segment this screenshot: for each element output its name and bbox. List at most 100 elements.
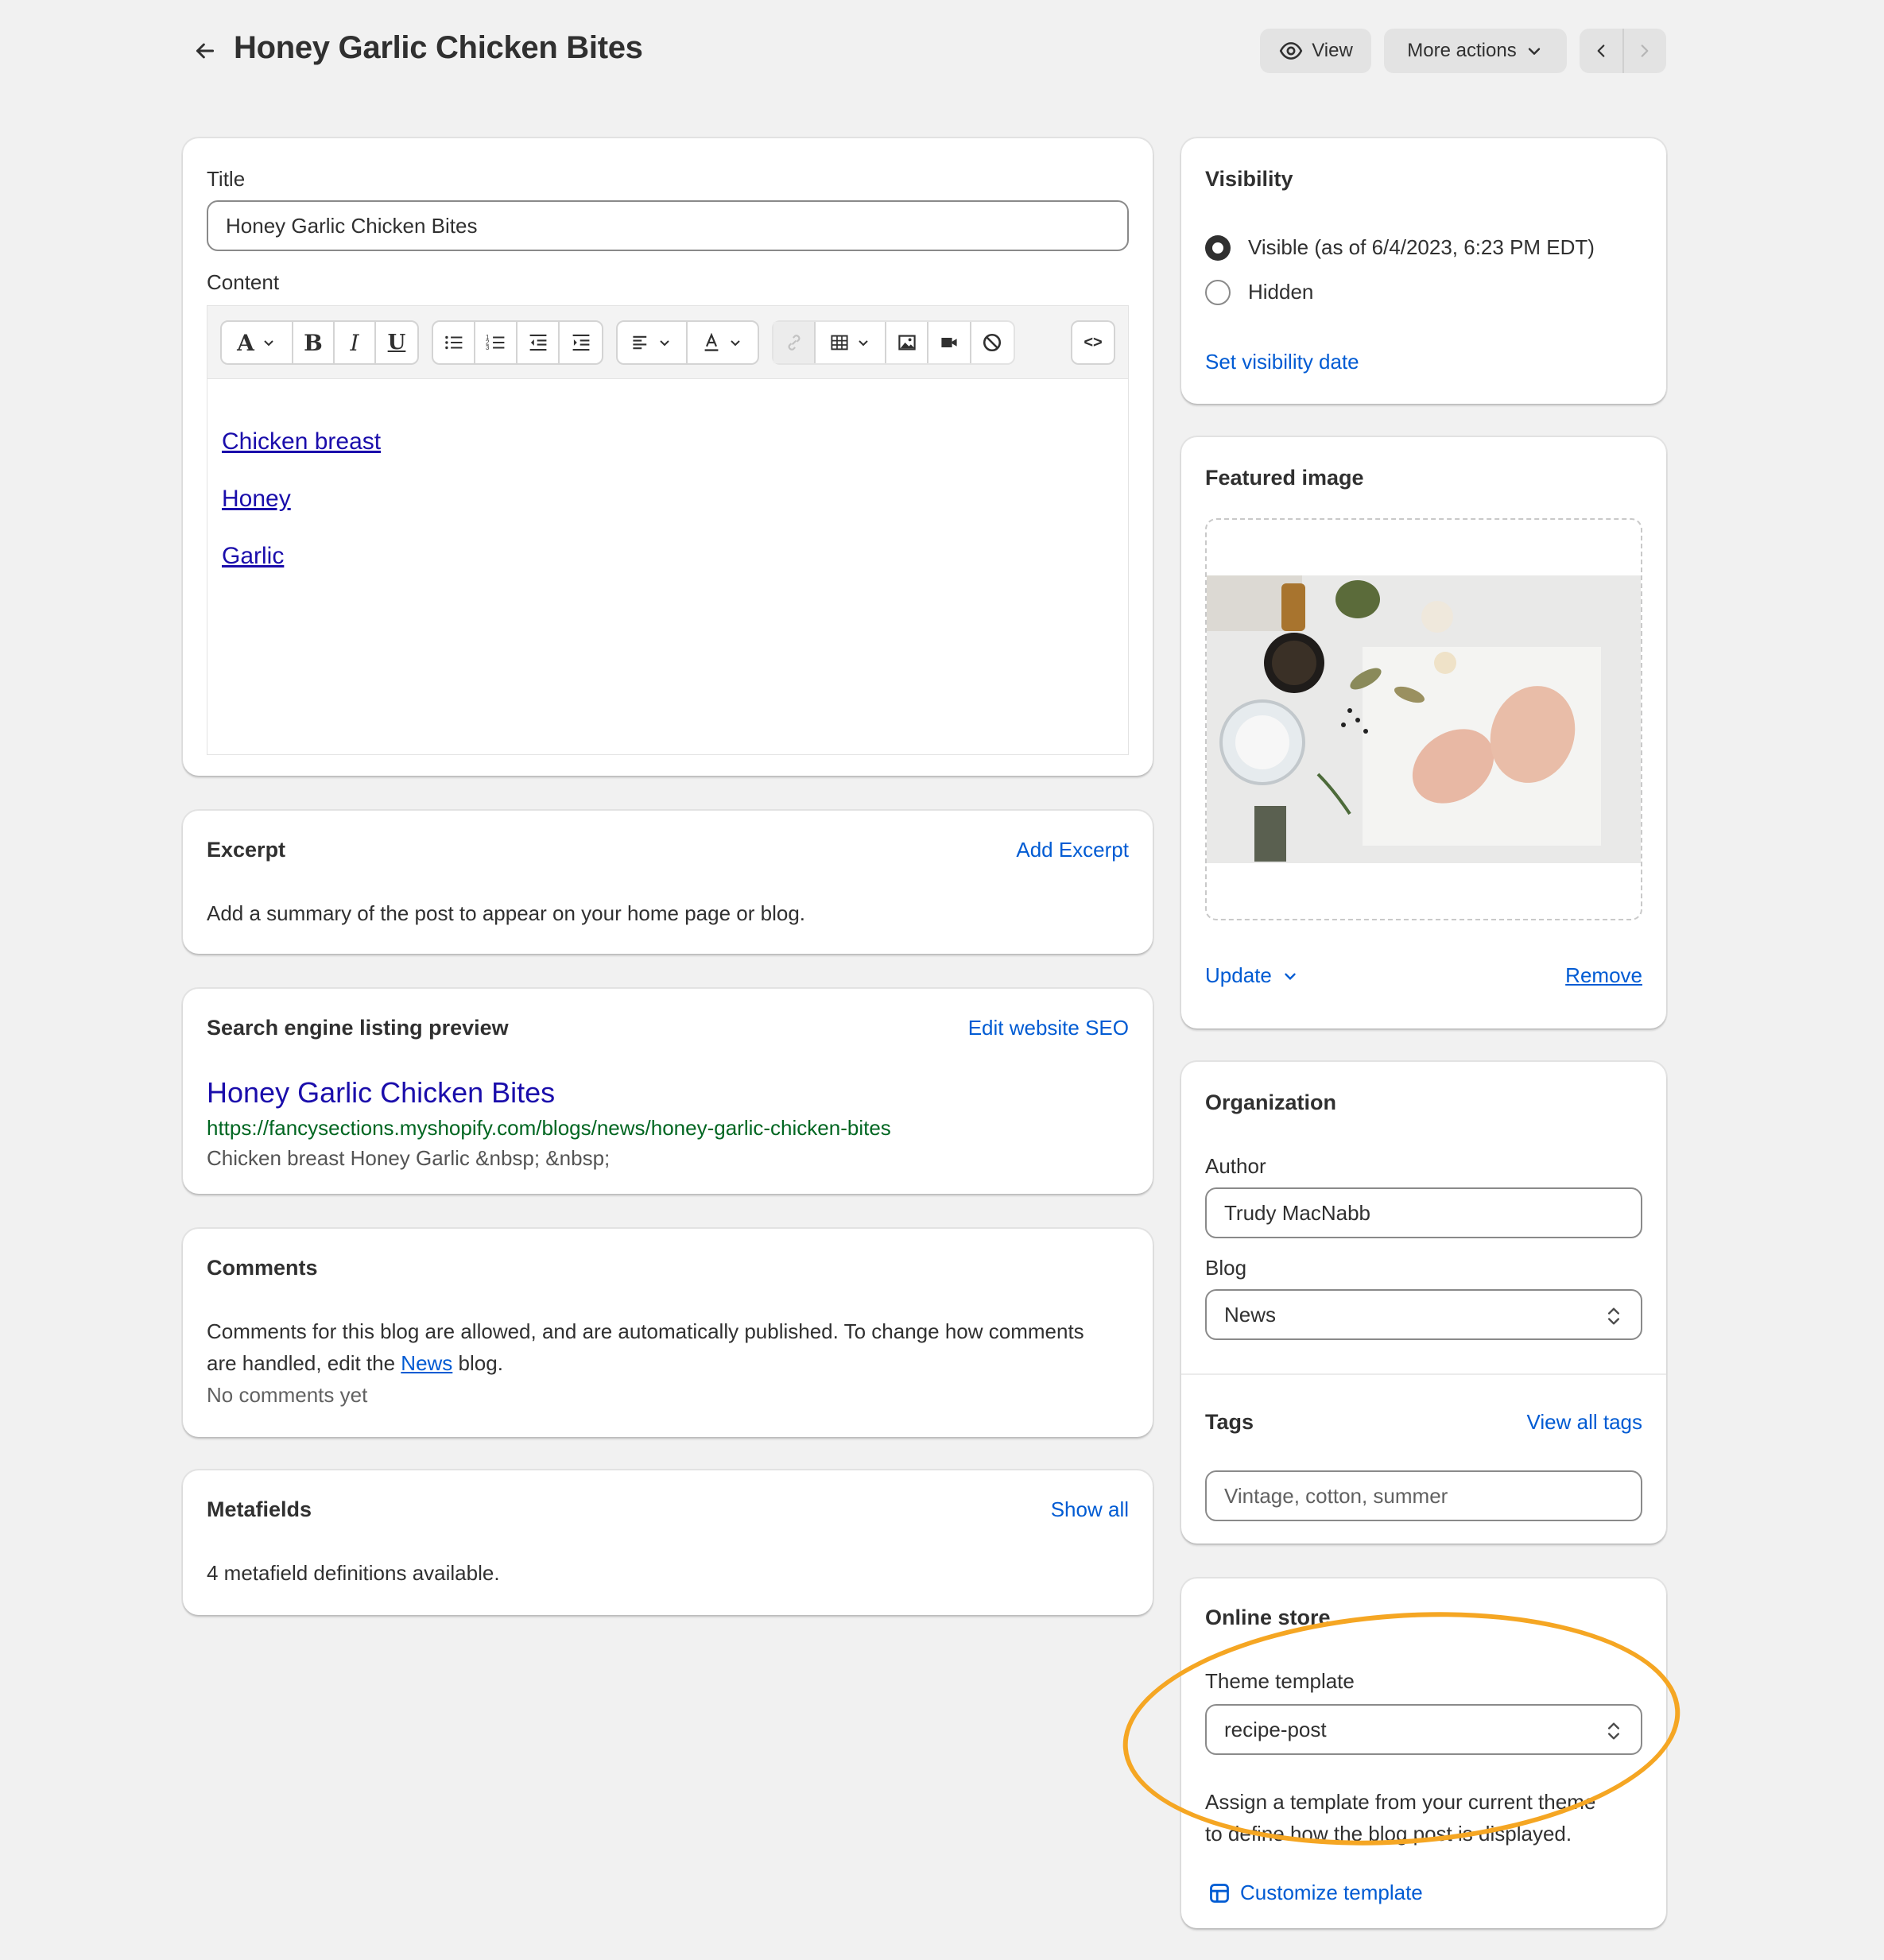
- arrow-left-icon: [196, 43, 215, 59]
- outdent-icon: [529, 334, 546, 351]
- comments-line2-suffix: blog.: [452, 1351, 503, 1375]
- visibility-heading: Visibility: [1205, 167, 1293, 191]
- blog-select[interactable]: News: [1205, 1289, 1642, 1340]
- align-left-icon: [633, 335, 647, 350]
- tags-input[interactable]: Vintage, cotton, summer: [1205, 1470, 1642, 1521]
- title-label: Title: [207, 167, 246, 191]
- update-image-button[interactable]: Update: [1205, 963, 1299, 988]
- chevron-down-icon: [731, 340, 740, 347]
- news-blog-link[interactable]: News: [401, 1351, 452, 1375]
- featured-image-frame[interactable]: [1205, 518, 1642, 920]
- featured-image-heading: Featured image: [1205, 466, 1364, 490]
- clear-formatting-button[interactable]: [971, 322, 1014, 363]
- view-button[interactable]: View: [1260, 29, 1371, 73]
- customize-template-label: Customize template: [1240, 1881, 1423, 1904]
- bullet-list-icon: [444, 335, 462, 350]
- table-icon: [831, 335, 848, 351]
- seo-preview-title: Honey Garlic Chicken Bites: [207, 1076, 556, 1109]
- page-header: Honey Garlic Chicken Bites View More act…: [183, 24, 1666, 78]
- text-format-group: A B I U: [220, 320, 419, 365]
- organization-divider: [1181, 1373, 1666, 1375]
- content-editor[interactable]: Chicken breast Honey Garlic: [207, 378, 1129, 755]
- html-toggle-button[interactable]: <>: [1072, 322, 1114, 363]
- add-excerpt-link[interactable]: Add Excerpt: [1016, 838, 1129, 862]
- visibility-card: Visibility Visible (as of 6/4/2023, 6:23…: [1181, 138, 1666, 404]
- view-button-label: View: [1312, 40, 1353, 61]
- author-label: Author: [1205, 1154, 1266, 1178]
- select-arrows-icon: [1607, 1307, 1619, 1325]
- content-label: Content: [207, 270, 280, 294]
- show-all-metafields-link[interactable]: Show all: [1051, 1497, 1129, 1522]
- excerpt-card: Excerpt Add Excerpt Add a summary of the…: [183, 811, 1153, 954]
- blog-select-value: News: [1224, 1302, 1277, 1327]
- layout-icon: [1210, 1883, 1229, 1903]
- pagination: [1580, 29, 1666, 73]
- update-label: Update: [1205, 963, 1272, 987]
- svg-text:3: 3: [486, 344, 489, 351]
- editor-link-chicken-breast[interactable]: Chicken breast: [222, 428, 381, 455]
- align-button[interactable]: [618, 322, 688, 363]
- insert-video-button[interactable]: [928, 322, 971, 363]
- organization-heading: Organization: [1205, 1090, 1337, 1114]
- table-button[interactable]: [816, 322, 887, 363]
- remove-image-link[interactable]: Remove: [1565, 963, 1642, 988]
- hidden-radio[interactable]: [1205, 280, 1231, 305]
- numbered-list-icon: 123: [486, 334, 504, 351]
- visible-label: Visible (as of 6/4/2023, 6:23 PM EDT): [1248, 235, 1595, 259]
- clear-formatting-icon: [983, 333, 1002, 352]
- indent-button[interactable]: [560, 322, 602, 363]
- text-color-button[interactable]: [688, 322, 758, 363]
- font-style-button[interactable]: A: [222, 322, 293, 363]
- theme-template-select[interactable]: recipe-post: [1205, 1704, 1642, 1755]
- video-icon: [941, 338, 957, 347]
- theme-template-value: recipe-post: [1224, 1717, 1327, 1741]
- seo-preview-description: Chicken breast Honey Garlic &nbsp; &nbsp…: [207, 1146, 611, 1170]
- previous-button[interactable]: [1580, 29, 1624, 73]
- editor-link-honey[interactable]: Honey: [222, 486, 291, 513]
- metafields-card: Metafields Show all 4 metafield definiti…: [183, 1470, 1153, 1615]
- chevron-left-icon: [1597, 45, 1605, 57]
- no-comments-text: No comments yet: [207, 1383, 368, 1407]
- bold-button[interactable]: B: [293, 322, 335, 363]
- bullet-list-button[interactable]: [433, 322, 476, 363]
- html-toggle-group: <>: [1071, 320, 1115, 365]
- metafields-description: 4 metafield definitions available.: [207, 1561, 500, 1585]
- italic-button[interactable]: I: [335, 322, 376, 363]
- outdent-button[interactable]: [518, 322, 560, 363]
- link-icon: [788, 335, 801, 351]
- numbered-list-button[interactable]: 123: [475, 322, 518, 363]
- underline-button[interactable]: U: [376, 322, 417, 363]
- link-button[interactable]: [773, 322, 816, 363]
- organization-card: Organization Author Trudy MacNabb Blog N…: [1181, 1062, 1666, 1544]
- template-help-line2: to define how the blog post is displayed…: [1205, 1822, 1572, 1846]
- author-input[interactable]: Trudy MacNabb: [1205, 1187, 1642, 1238]
- view-all-tags-link[interactable]: View all tags: [1527, 1410, 1643, 1435]
- more-actions-button[interactable]: More actions: [1384, 29, 1567, 73]
- list-group: 123: [432, 320, 603, 365]
- next-button[interactable]: [1624, 29, 1667, 73]
- visible-radio[interactable]: [1205, 235, 1231, 261]
- customize-template-link[interactable]: Customize template: [1208, 1881, 1423, 1905]
- excerpt-heading: Excerpt: [207, 838, 286, 862]
- more-actions-label: More actions: [1407, 40, 1517, 61]
- edit-seo-link[interactable]: Edit website SEO: [968, 1016, 1129, 1040]
- metafields-heading: Metafields: [207, 1497, 312, 1521]
- blog-label: Blog: [1205, 1256, 1247, 1280]
- chevron-down-icon: [1528, 48, 1540, 55]
- title-input[interactable]: Honey Garlic Chicken Bites: [207, 200, 1129, 251]
- indent-icon: [572, 334, 589, 351]
- editor-link-garlic[interactable]: Garlic: [222, 543, 284, 570]
- underline-icon: U: [387, 331, 406, 354]
- insert-image-button[interactable]: [886, 322, 929, 363]
- select-arrows-icon: [1607, 1722, 1619, 1740]
- seo-preview-url: https://fancysections.myshopify.com/blog…: [207, 1116, 891, 1140]
- online-store-heading: Online store: [1205, 1606, 1331, 1629]
- set-visibility-date-link[interactable]: Set visibility date: [1205, 350, 1359, 374]
- comments-heading: Comments: [207, 1256, 318, 1280]
- insert-group: [772, 320, 1015, 365]
- text-color-icon: [704, 333, 719, 351]
- eye-icon: [1279, 42, 1303, 60]
- comments-description-line2: are handled, edit the News blog.: [207, 1351, 503, 1376]
- back-button[interactable]: [183, 33, 227, 68]
- comments-line2-prefix: are handled, edit the: [207, 1351, 401, 1375]
